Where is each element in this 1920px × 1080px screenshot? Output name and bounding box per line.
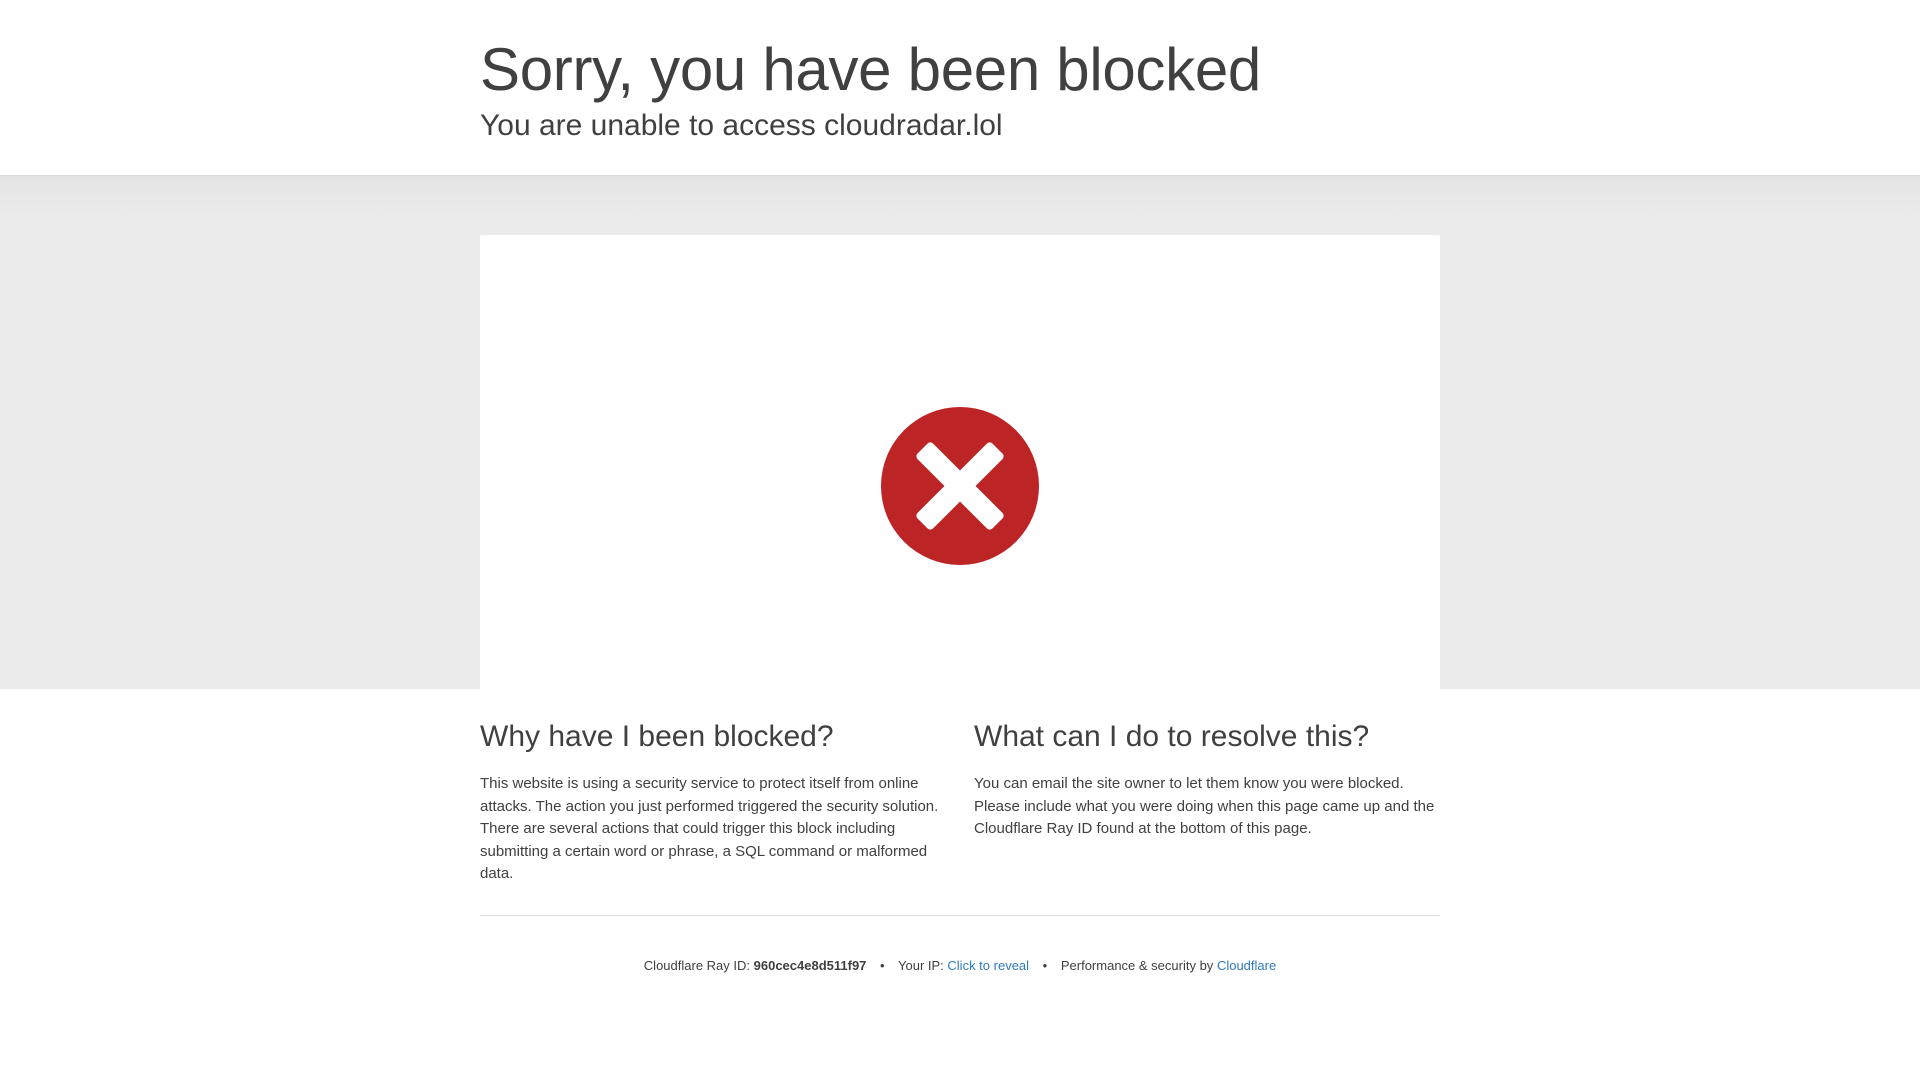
hero-band [0, 176, 1920, 689]
band-shadow [0, 176, 1920, 216]
resolve-text: You can email the site owner to let them… [974, 775, 1435, 838]
block-page: Sorry, you have been blocked You are una… [0, 0, 1920, 1080]
why-blocked-text: This website is using a security service… [480, 775, 939, 883]
error-x-circle-icon [881, 407, 1039, 565]
ray-id-value: 960cec4e8d511f97 [753, 958, 867, 973]
resolve-section: What can I do to resolve this? You can e… [974, 719, 1440, 886]
header-container: Sorry, you have been blocked You are una… [480, 0, 1440, 144]
performance-label: Performance & security by [1060, 958, 1214, 973]
hero-card [480, 235, 1440, 689]
page-header: Sorry, you have been blocked You are una… [0, 0, 1920, 176]
info-columns: Why have I been blocked? This website is… [480, 689, 1440, 886]
footer-separator: • [1042, 958, 1048, 973]
cloudflare-link[interactable]: Cloudflare [1217, 958, 1276, 973]
page-footer: Cloudflare Ray ID: 960cec4e8d511f97 • Yo… [0, 958, 1920, 974]
ip-label: Your IP: [898, 958, 944, 973]
footer-divider [480, 915, 1440, 916]
reveal-ip-link[interactable]: Click to reveal [947, 958, 1029, 973]
why-blocked-section: Why have I been blocked? This website is… [480, 719, 946, 886]
ray-id-label: Cloudflare Ray ID: [643, 958, 751, 973]
page-title: Sorry, you have been blocked [480, 36, 1261, 103]
resolve-heading: What can I do to resolve this? [974, 720, 1370, 753]
page-subtitle: You are unable to access cloudradar.lol [480, 109, 1003, 142]
why-blocked-heading: Why have I been blocked? [480, 720, 834, 753]
footer-separator: • [880, 958, 885, 973]
